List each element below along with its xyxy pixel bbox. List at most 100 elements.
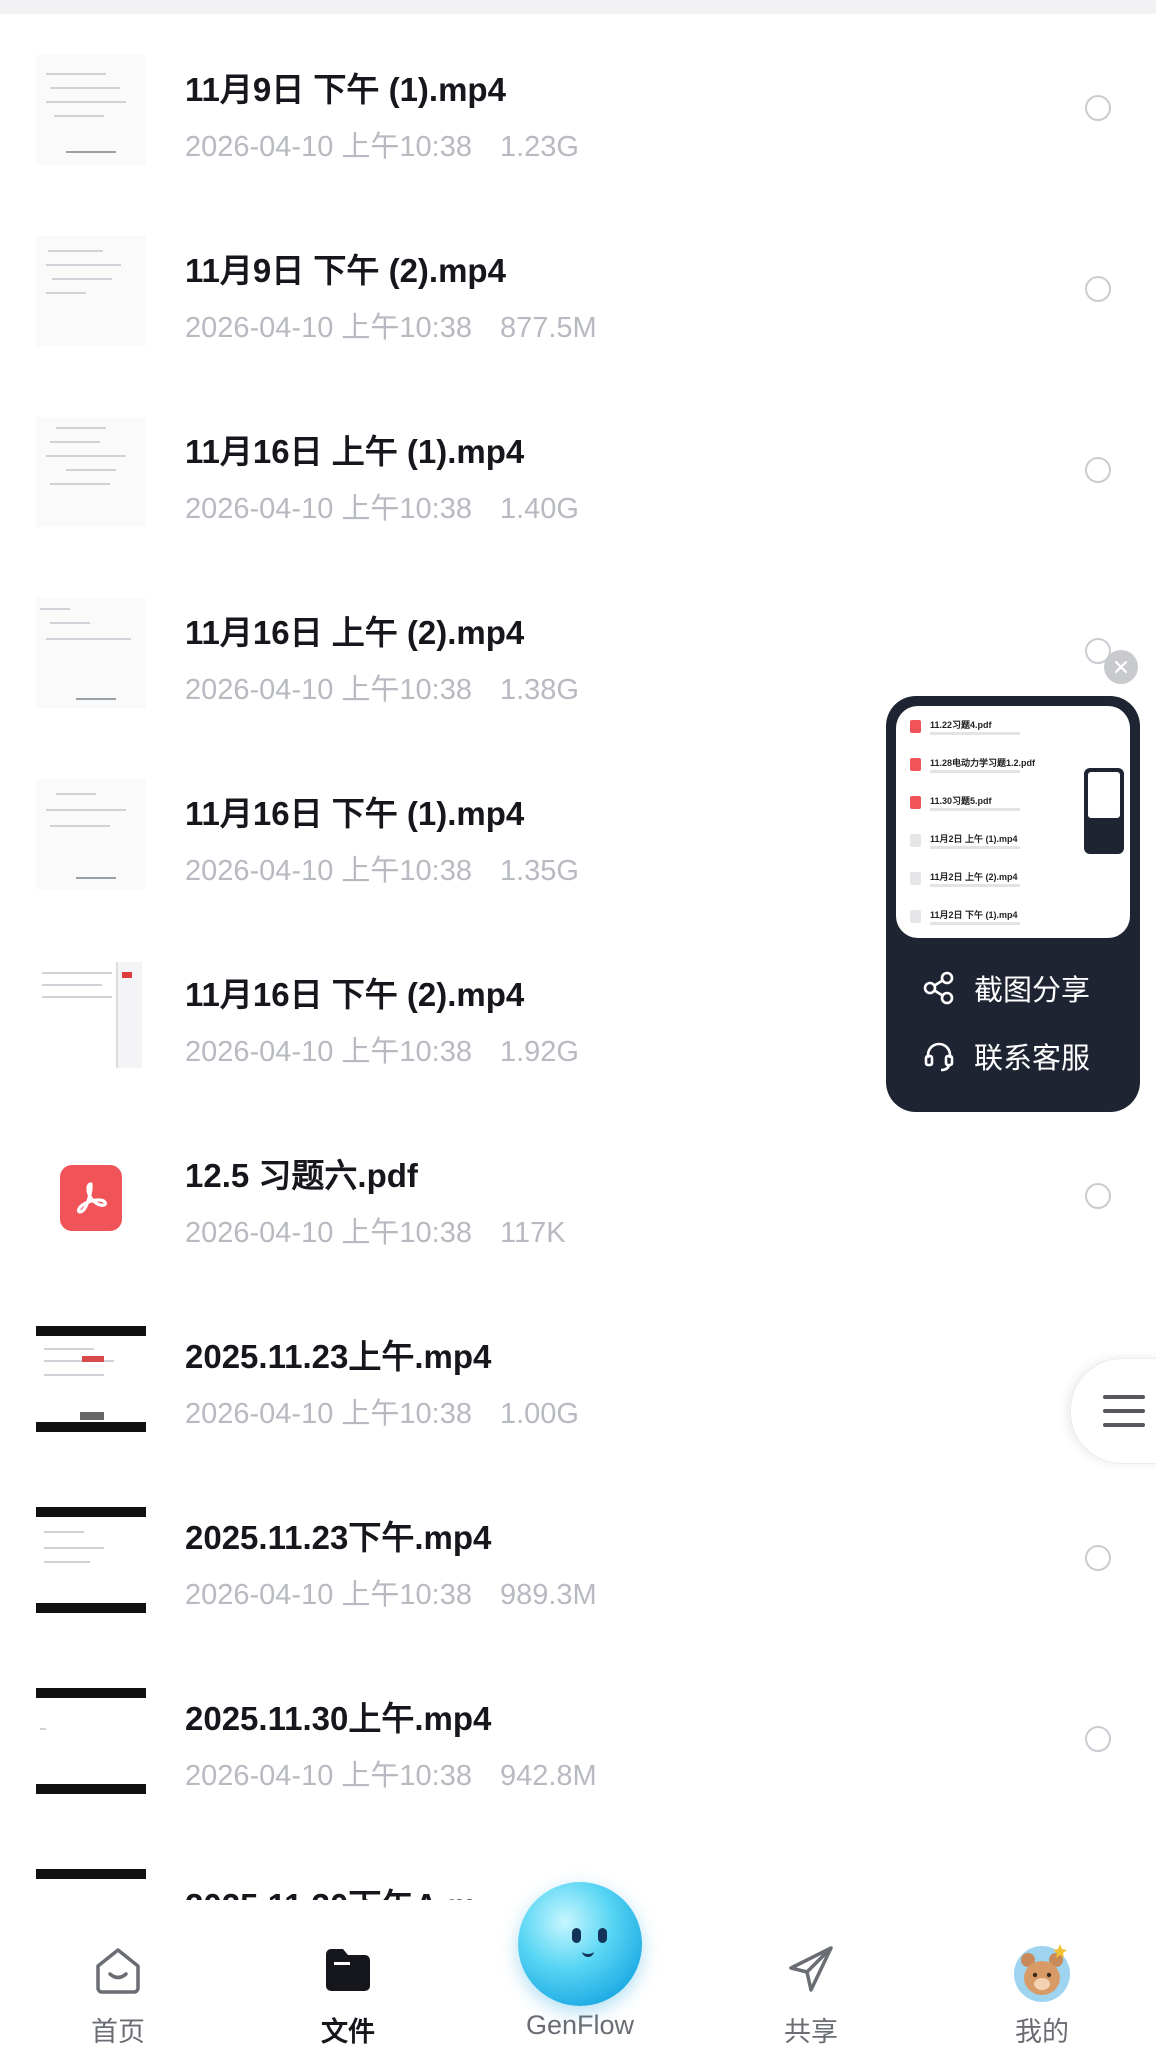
file-size: 1.92G xyxy=(499,1036,579,1068)
folder-icon xyxy=(326,1949,370,1991)
file-size: 1.40G xyxy=(499,493,579,525)
file-meta: 2026-04-10 上午10:38 989.3M xyxy=(185,1571,597,1613)
nav-home-label: 首页 xyxy=(91,2017,145,2047)
file-row[interactable]: 11月9日 下午 (1).mp4 2026-04-10 上午10:38 1.23G xyxy=(0,17,1156,198)
file-date: 2026-04-10 上午10:38 xyxy=(185,1036,472,1068)
pdf-icon xyxy=(60,1165,122,1231)
mascot-eye xyxy=(572,1928,581,1943)
file-meta: 2026-04-10 上午10:38 877.5M xyxy=(185,304,597,346)
file-meta: 2026-04-10 上午10:38 1.92G xyxy=(185,1028,579,1070)
video-thumbnail xyxy=(910,834,921,847)
video-thumbnail xyxy=(36,417,146,527)
preview-row: 11.30习题5.pdf xyxy=(910,794,1060,822)
avatar-icon xyxy=(1014,1944,1070,2002)
file-row[interactable]: 11月9日 下午 (2).mp4 2026-04-10 上午10:38 877.5… xyxy=(0,198,1156,379)
nav-share[interactable]: 共享 xyxy=(741,1900,881,2054)
video-thumbnail xyxy=(36,598,146,708)
select-radio[interactable] xyxy=(1085,1726,1111,1752)
select-radio[interactable] xyxy=(1085,457,1111,483)
preview-row: 11.22习题4.pdf xyxy=(910,718,1060,746)
pdf-icon xyxy=(910,796,921,809)
file-meta: 2026-04-10 上午10:38 1.23G xyxy=(185,123,579,165)
file-meta: 2026-04-10 上午10:38 1.38G xyxy=(185,666,579,708)
screenshot-share-button[interactable]: 截图分享 xyxy=(922,966,1090,1010)
video-thumbnail xyxy=(36,960,146,1070)
file-size: 942.8M xyxy=(499,1760,597,1792)
select-radio[interactable] xyxy=(1085,1545,1111,1571)
menu-icon xyxy=(1103,1395,1145,1399)
preview-title: 11月2日 下午 (1).mp4 xyxy=(930,910,1018,920)
status-strip xyxy=(0,0,1156,14)
nav-home[interactable]: 首页 xyxy=(48,1900,188,2054)
pdf-icon xyxy=(910,758,921,771)
file-row[interactable]: 12.5 习题六.pdf 2026-04-10 上午10:38 117K xyxy=(0,1103,1156,1284)
file-date: 2026-04-10 上午10:38 xyxy=(185,674,472,706)
video-thumbnail xyxy=(910,910,921,923)
video-thumbnail xyxy=(36,1688,146,1794)
file-date: 2026-04-10 上午10:38 xyxy=(185,1398,472,1430)
nav-genflow-label: GenFlow xyxy=(525,2010,635,2040)
file-size: 1.35G xyxy=(499,855,579,887)
screenshot-share-card[interactable]: 11.22习题4.pdf 11.28电动力学习题1.2.pdf 11.30习题5… xyxy=(886,696,1140,1112)
contact-service-button[interactable]: 联系客服 xyxy=(922,1034,1090,1078)
file-name: 11月16日 下午 (2).mp4 xyxy=(185,976,525,1013)
file-row[interactable]: 2025.11.30上午.mp4 2026-04-10 上午10:38 942.8… xyxy=(0,1646,1156,1827)
pdf-icon xyxy=(910,720,921,733)
paper-plane-icon xyxy=(789,1946,833,1992)
nav-files-label: 文件 xyxy=(321,2017,375,2047)
genflow-mascot-button[interactable] xyxy=(518,1882,642,2006)
preview-title: 11.28电动力学习题1.2.pdf xyxy=(930,758,1036,768)
file-meta: 2026-04-10 上午10:38 1.00G xyxy=(185,1390,579,1432)
file-meta: 2026-04-10 上午10:38 1.35G xyxy=(185,847,579,889)
video-thumbnail xyxy=(36,1507,146,1613)
home-icon xyxy=(96,1948,140,1994)
preview-row: 11月2日 上午 (1).mp4 xyxy=(910,832,1060,860)
file-row[interactable]: 11月16日 上午 (1).mp4 2026-04-10 上午10:38 1.40… xyxy=(0,379,1156,560)
file-meta: 2026-04-10 上午10:38 117K xyxy=(185,1209,566,1251)
video-thumbnail xyxy=(36,236,146,346)
file-date: 2026-04-10 上午10:38 xyxy=(185,312,472,344)
mascot-mouth xyxy=(582,1948,594,1957)
file-name: 11月16日 上午 (2).mp4 xyxy=(185,614,525,651)
select-radio[interactable] xyxy=(1085,276,1111,302)
file-name: 11月16日 下午 (1).mp4 xyxy=(185,795,525,832)
preview-row: 11月2日 下午 (1).mp4 xyxy=(910,908,1060,936)
file-row[interactable]: 2025.11.23上午.mp4 2026-04-10 上午10:38 1.00G xyxy=(0,1284,1156,1465)
nav-mine-label: 我的 xyxy=(1015,2017,1069,2047)
select-radio[interactable] xyxy=(1085,1183,1111,1209)
share-icon xyxy=(923,971,954,1005)
preview-row: 11.28电动力学习题1.2.pdf xyxy=(910,756,1060,784)
video-thumbnail xyxy=(910,872,921,885)
video-thumbnail xyxy=(36,779,146,889)
mini-card-preview xyxy=(1084,768,1124,854)
preview-title: 11月2日 上午 (2).mp4 xyxy=(930,872,1018,882)
file-size: 877.5M xyxy=(499,312,597,344)
preview-title: 11月2日 上午 (1).mp4 xyxy=(930,834,1018,844)
file-date: 2026-04-10 上午10:38 xyxy=(185,855,472,887)
nav-files[interactable]: 文件 xyxy=(278,1900,418,2054)
share-label: 截图分享 xyxy=(974,975,1091,1007)
nav-mine[interactable]: 我的 xyxy=(972,1900,1112,2054)
file-name: 2025.11.30上午.mp4 xyxy=(185,1700,492,1737)
file-row[interactable]: 2025.11.23下午.mp4 2026-04-10 上午10:38 989.3… xyxy=(0,1465,1156,1646)
preview-title: 11.30习题5.pdf xyxy=(930,796,992,806)
service-label: 联系客服 xyxy=(974,1043,1091,1075)
file-name: 11月9日 下午 (2).mp4 xyxy=(185,252,506,289)
screenshot-preview[interactable]: 11.22习题4.pdf 11.28电动力学习题1.2.pdf 11.30习题5… xyxy=(896,706,1130,938)
file-name: 11月9日 下午 (1).mp4 xyxy=(185,71,506,108)
nav-share-label: 共享 xyxy=(784,2017,838,2047)
preview-row: 11月2日 上午 (2).mp4 xyxy=(910,870,1060,898)
close-icon xyxy=(1114,660,1128,674)
file-size: 1.38G xyxy=(499,674,579,706)
file-date: 2026-04-10 上午10:38 xyxy=(185,1579,472,1611)
file-size: 1.23G xyxy=(499,131,579,163)
video-thumbnail xyxy=(36,1326,146,1432)
file-date: 2026-04-10 上午10:38 xyxy=(185,1217,472,1249)
file-meta: 2026-04-10 上午10:38 1.40G xyxy=(185,485,579,527)
file-date: 2026-04-10 上午10:38 xyxy=(185,1760,472,1792)
select-radio[interactable] xyxy=(1085,95,1111,121)
file-name: 12.5 习题六.pdf xyxy=(185,1157,418,1194)
preview-title: 11.22习题4.pdf xyxy=(930,720,992,730)
headset-icon xyxy=(924,1042,954,1072)
close-float-button[interactable] xyxy=(1104,650,1138,684)
